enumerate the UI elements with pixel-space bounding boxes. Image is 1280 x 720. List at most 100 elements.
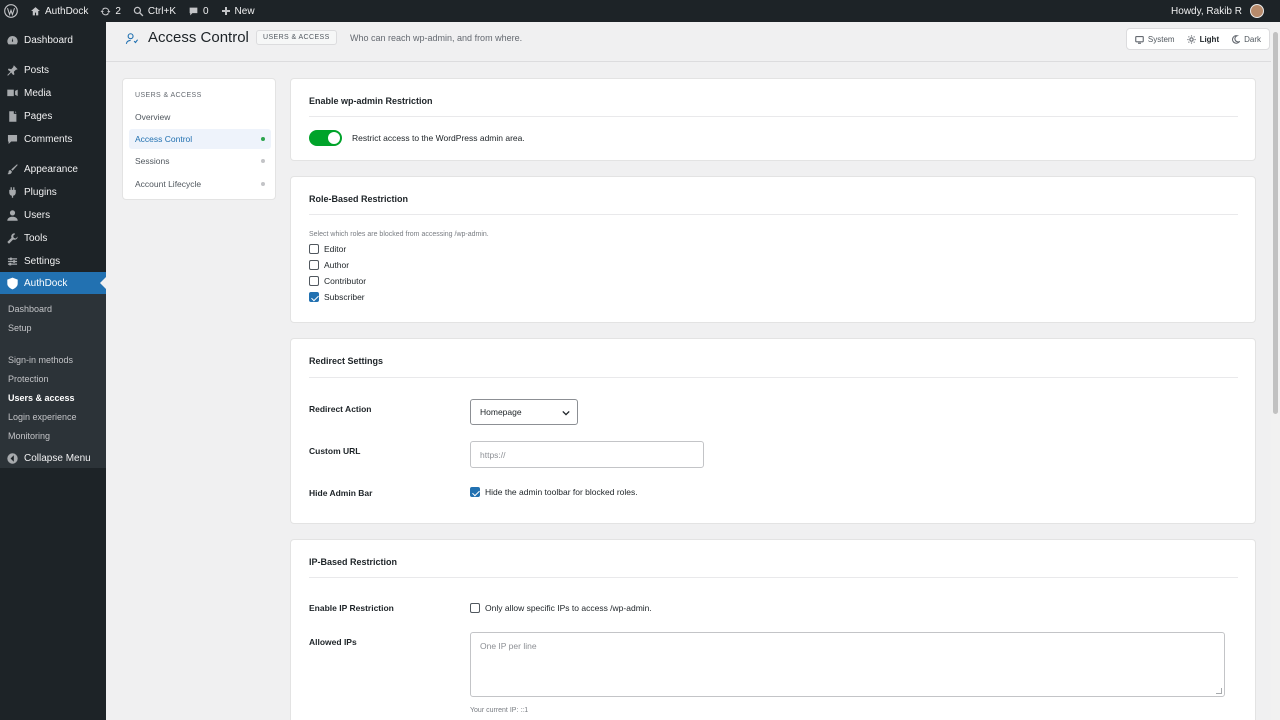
monitor-icon: [1135, 35, 1144, 44]
checkbox-label: Subscriber: [324, 292, 365, 302]
submenu-item-dashboard[interactable]: Dashboard: [8, 304, 52, 314]
sidebar-item-label: Dashboard: [24, 34, 73, 46]
settings-icon: [7, 257, 18, 265]
site-name-link[interactable]: AuthDock: [24, 0, 94, 22]
subnav-item-label: Overview: [135, 112, 171, 122]
new-content-button[interactable]: New: [215, 0, 261, 22]
subnav-item-overview[interactable]: Overview: [129, 107, 271, 127]
status-dot: [261, 182, 265, 186]
redirect-action-select[interactable]: Homepage: [470, 399, 578, 425]
comment-icon: [7, 134, 18, 144]
subnav-item-access-control[interactable]: Access Control: [129, 129, 271, 149]
admin-bar: AuthDock 2 Ctrl+K 0 New Howdy, Rakib R: [0, 0, 1280, 22]
page-subtitle: Who can reach wp-admin, and from where.: [350, 33, 523, 43]
site-name: AuthDock: [45, 5, 89, 17]
card-divider: [309, 577, 1238, 578]
authdock-submenu: Dashboard Setup Sign-in methods Protecti…: [0, 294, 106, 468]
sidebar-item-label: Settings: [24, 255, 61, 267]
checkbox-label: Editor: [324, 244, 347, 254]
page-title: Access Control: [148, 29, 249, 46]
sidebar-item-label: Users: [24, 209, 51, 221]
restriction-toggle[interactable]: [309, 130, 342, 146]
theme-switcher: System Light Dark: [1125, 28, 1270, 50]
checkbox[interactable]: [309, 292, 319, 302]
collapse-menu-label: Collapse Menu: [24, 452, 91, 464]
wordpress-icon: [4, 4, 18, 18]
section-subnav: USERS & ACCESS Overview Access Control S…: [122, 78, 276, 200]
card-title: Enable wp-admin Restriction: [309, 96, 433, 106]
search-shortcut-button[interactable]: Ctrl+K: [127, 0, 182, 22]
sidebar-item-authdock[interactable]: AuthDock: [0, 272, 106, 294]
collapse-icon: [7, 452, 18, 464]
sidebar-item-pages[interactable]: Pages: [0, 105, 106, 127]
updates-link[interactable]: 2: [94, 0, 127, 22]
role-hint: Select which roles are blocked from acce…: [309, 231, 489, 238]
wpadmin-restriction-card: Enable wp-admin Restriction Restrict acc…: [290, 78, 1256, 161]
toggle-label: Restrict access to the WordPress admin a…: [352, 133, 525, 143]
checkbox[interactable]: [309, 244, 319, 254]
hide-admin-bar-label: Hide Admin Bar: [309, 488, 373, 498]
input-placeholder: https://: [480, 449, 506, 460]
sidebar-item-plugins[interactable]: Plugins: [0, 181, 106, 203]
sidebar-item-label: Media: [24, 87, 52, 99]
collapse-menu-button[interactable]: Collapse Menu: [0, 447, 106, 469]
hide-admin-bar-checkbox[interactable]: Hide the admin toolbar for blocked roles…: [470, 487, 638, 497]
users-icon: [7, 209, 18, 221]
subnav-item-label: Sessions: [135, 156, 170, 166]
theme-option-dark[interactable]: Dark: [1225, 30, 1267, 48]
submenu-item-monitoring[interactable]: Monitoring: [8, 431, 50, 441]
submenu-item-sign-in-methods[interactable]: Sign-in methods: [8, 355, 73, 365]
submenu-item-setup[interactable]: Setup: [8, 323, 32, 333]
moon-icon: [1232, 34, 1241, 44]
pin-icon: [7, 64, 18, 76]
role-checkbox-editor[interactable]: Editor: [309, 244, 346, 254]
checkbox[interactable]: [309, 260, 319, 270]
subnav-item-sessions[interactable]: Sessions: [129, 151, 271, 171]
updates-count: 2: [115, 5, 121, 17]
my-account-link[interactable]: Howdy, Rakib R: [1165, 0, 1280, 22]
theme-option-light[interactable]: Light: [1181, 30, 1226, 48]
sidebar-item-media[interactable]: Media: [0, 82, 106, 104]
checkbox[interactable]: [470, 603, 480, 613]
current-ip-hint: Your current IP: ::1: [470, 707, 529, 714]
checkbox-label: Only allow specific IPs to access /wp-ad…: [485, 603, 652, 613]
sidebar-item-appearance[interactable]: Appearance: [0, 158, 106, 180]
submenu-item-users-access[interactable]: Users & access: [8, 393, 75, 403]
home-icon: [31, 6, 40, 15]
theme-option-system[interactable]: System: [1129, 30, 1181, 48]
submenu-item-protection[interactable]: Protection: [8, 374, 49, 384]
wp-logo-button[interactable]: [0, 0, 24, 22]
scrollbar-thumb[interactable]: [1273, 32, 1278, 414]
sidebar-item-label: AuthDock: [24, 277, 68, 289]
subnav-item-label: Account Lifecycle: [135, 179, 202, 189]
new-label: New: [234, 5, 255, 17]
page-header: Access Control USERS & ACCESS Who can re…: [106, 22, 1280, 62]
sidebar-item-users[interactable]: Users: [0, 204, 106, 226]
subnav-item-account-lifecycle[interactable]: Account Lifecycle: [129, 174, 271, 194]
custom-url-input[interactable]: https://: [470, 441, 704, 468]
checkbox-label: Author: [324, 260, 350, 270]
checkbox[interactable]: [309, 276, 319, 286]
checkbox-label: Hide the admin toolbar for blocked roles…: [485, 487, 638, 497]
role-checkbox-subscriber[interactable]: Subscriber: [309, 292, 365, 302]
card-divider: [309, 377, 1238, 378]
comments-link[interactable]: 0: [182, 0, 215, 22]
sidebar-item-dashboard[interactable]: Dashboard: [0, 29, 106, 51]
role-checkbox-contributor[interactable]: Contributor: [309, 276, 366, 286]
sidebar-item-tools[interactable]: Tools: [0, 227, 106, 249]
page-scrollbar[interactable]: [1271, 22, 1280, 720]
theme-option-label: System: [1147, 34, 1175, 44]
role-checkbox-author[interactable]: Author: [309, 260, 349, 270]
sidebar-item-comments[interactable]: Comments: [0, 128, 106, 150]
submenu-item-login-experience[interactable]: Login experience: [8, 412, 77, 422]
sun-icon: [1186, 34, 1196, 44]
allowed-ips-label: Allowed IPs: [309, 637, 357, 647]
sidebar-item-label: Tools: [24, 232, 48, 244]
media-icon: [7, 89, 18, 96]
sidebar-item-posts[interactable]: Posts: [0, 59, 106, 81]
sidebar-item-settings[interactable]: Settings: [0, 250, 106, 272]
checkbox[interactable]: [470, 487, 480, 497]
enable-ip-restriction-checkbox[interactable]: Only allow specific IPs to access /wp-ad…: [470, 603, 652, 613]
textarea-placeholder: One IP per line: [480, 641, 537, 651]
allowed-ips-textarea[interactable]: One IP per line: [470, 632, 1225, 697]
